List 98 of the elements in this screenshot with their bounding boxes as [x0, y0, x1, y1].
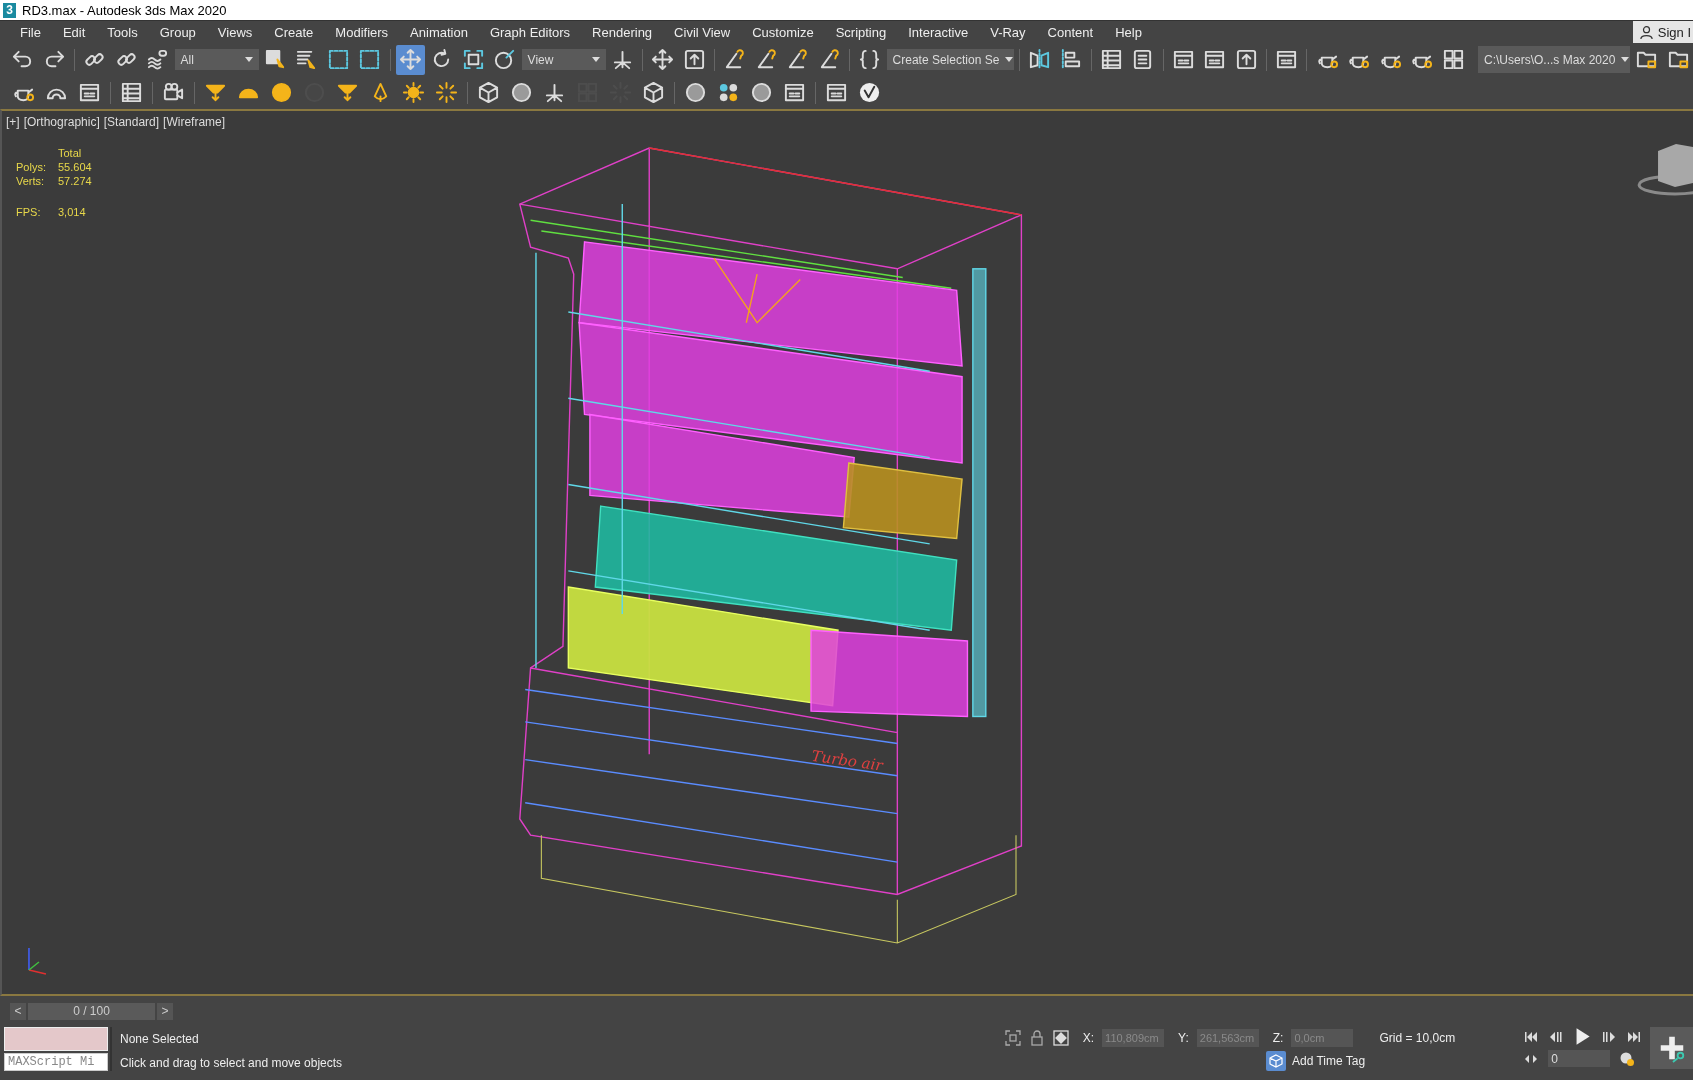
select-cursor-icon	[263, 48, 287, 71]
previous-frame-button[interactable]: <	[10, 1002, 26, 1020]
stats-value: 55.604	[58, 161, 92, 173]
menu-item[interactable]: Graph Editors	[480, 24, 584, 40]
time-slider-thumb[interactable]: 0 / 100	[28, 1002, 155, 1020]
stats-header: Total	[58, 147, 83, 159]
sphere-icon	[750, 81, 773, 104]
snap-icon	[723, 48, 747, 71]
dots-icon	[717, 81, 740, 104]
mirror-icon	[1027, 48, 1051, 71]
pivot-circle-icon	[493, 48, 517, 71]
axis-cross-icon	[543, 81, 566, 104]
maxscript-input-field[interactable]: MAXScript Mi	[4, 1053, 108, 1071]
window-panel-icon	[1203, 48, 1227, 71]
menu-item[interactable]: Tools	[98, 24, 151, 40]
grid-size-text: Grid = 10,0cm	[1379, 1031, 1456, 1045]
model-logo-text: Turbo air	[810, 746, 884, 775]
sun-icon	[402, 81, 425, 104]
menu-item[interactable]: Animation	[401, 24, 481, 40]
caret-icon	[591, 57, 600, 62]
menu-item[interactable]: V-Ray	[981, 24, 1039, 40]
menu-item[interactable]: Content	[1038, 24, 1107, 40]
stats-value: 57.274	[58, 175, 92, 187]
viewport-menu-label[interactable]: [Wireframe]	[163, 115, 226, 129]
dashed-square-icon	[358, 48, 382, 71]
maxscript-output-field[interactable]	[4, 1027, 108, 1051]
table-list-icon	[1099, 48, 1123, 71]
toolbar-button[interactable]	[395, 44, 426, 75]
sphere-icon	[684, 81, 707, 104]
fps-value: 3,014	[58, 206, 87, 218]
sphere-icon	[510, 81, 533, 104]
table-list-icon	[120, 81, 143, 104]
stats-label: Verts:	[16, 175, 46, 187]
cube-icon	[477, 81, 500, 104]
window-panel-icon	[78, 81, 101, 104]
menu-item[interactable]: Civil View	[665, 24, 744, 40]
menu-item[interactable]: Views	[208, 24, 266, 40]
window-panel-icon	[783, 81, 806, 104]
grid-icon	[1441, 48, 1465, 71]
coordinate-label: Y:	[1178, 1031, 1189, 1045]
window-panel-icon	[1275, 48, 1299, 71]
stats-label: Polys:	[16, 161, 47, 173]
align-icon	[1059, 48, 1083, 71]
dropdown[interactable]: View	[521, 49, 606, 70]
add-time-tag-button[interactable]: Add Time Tag	[1266, 1051, 1366, 1071]
dropdown[interactable]: C:\Users\O...s Max 2020	[1478, 46, 1630, 73]
dropdown[interactable]: All	[174, 49, 259, 70]
user-icon	[1638, 24, 1654, 40]
isolate-icon[interactable]	[1004, 1030, 1021, 1046]
window-panel-icon	[825, 81, 848, 104]
frame-field[interactable]: 0	[1548, 1050, 1611, 1067]
axis-tripod-icon	[28, 947, 47, 975]
app-logo-icon: 3	[3, 2, 16, 18]
up-arrow-box-icon	[682, 48, 706, 71]
sphere-light-icon	[270, 81, 293, 104]
fps-label: FPS:	[16, 206, 42, 218]
menu-item[interactable]: Group	[150, 24, 209, 40]
dropdown[interactable]: Create Selection Se	[886, 49, 1014, 70]
coordinate-label: Z:	[1272, 1031, 1284, 1045]
cube-icon	[642, 81, 665, 104]
menu-item[interactable]: Create	[265, 24, 327, 40]
menu-item[interactable]: File	[11, 24, 54, 40]
menu-item[interactable]: Help	[1106, 24, 1155, 40]
menu-item[interactable]: Edit	[53, 24, 99, 40]
transform-mode-icon[interactable]	[1052, 1030, 1069, 1046]
window-title: RD3.max - Autodesk 3ds Max 2020	[22, 2, 227, 18]
view-cube-drawing	[1637, 143, 1693, 196]
menu-item[interactable]: Scripting	[826, 24, 900, 40]
wave-link-icon	[146, 48, 170, 71]
menu-item[interactable]: Interactive	[899, 24, 982, 40]
time-config-icon[interactable]	[1619, 1050, 1636, 1067]
caret-icon	[244, 57, 253, 62]
check-circle-icon	[858, 81, 881, 104]
selection-status: None Selected	[120, 1032, 200, 1046]
move-icon	[651, 48, 675, 71]
braces-icon	[858, 48, 882, 71]
prompt-text: Click and drag to select and move objects	[120, 1056, 344, 1070]
cube-icon	[1266, 1051, 1286, 1071]
sign-in-button[interactable]: Sign I	[1632, 21, 1693, 43]
coordinate-label: X:	[1082, 1031, 1095, 1045]
menu-item[interactable]: Rendering	[583, 24, 666, 40]
viewport-menu-label[interactable]: [+]	[6, 115, 20, 129]
viewport-menu-label[interactable]: [Orthographic]	[23, 115, 100, 129]
caret-icon	[1005, 57, 1014, 62]
next-frame-button[interactable]: >	[157, 1002, 173, 1020]
window-panel-icon	[1171, 48, 1195, 71]
lock-icon[interactable]	[1028, 1030, 1045, 1046]
dashed-square-icon	[326, 48, 350, 71]
move-icon	[398, 48, 422, 71]
up-arrow-box-icon	[1234, 48, 1258, 71]
caret-icon	[1621, 57, 1630, 62]
set-key-button[interactable]	[1650, 1027, 1693, 1069]
menu-item[interactable]: Customize	[743, 24, 827, 40]
scale-icon	[461, 48, 485, 71]
snap-icon	[786, 48, 810, 71]
burst-icon	[435, 81, 458, 104]
viewport-menu-label[interactable]: [Standard]	[103, 115, 160, 129]
menu-item[interactable]: Modifiers	[326, 24, 402, 40]
